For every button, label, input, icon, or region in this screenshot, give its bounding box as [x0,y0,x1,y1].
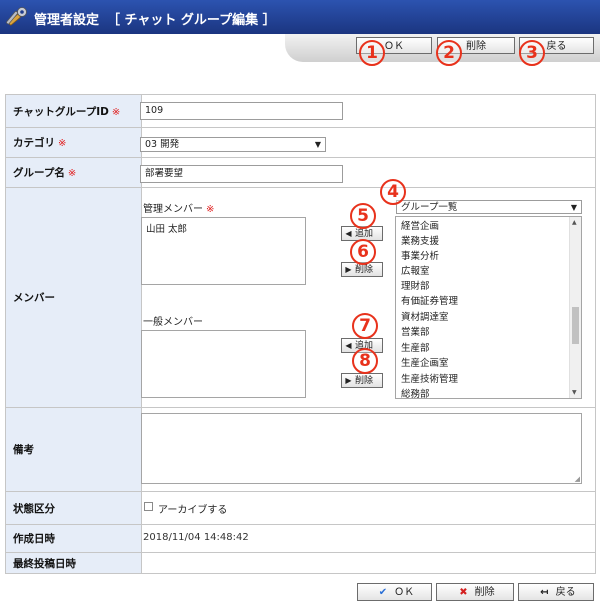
callout-3: 3 [519,40,545,66]
group-id-label-text: チャットグループID [13,105,109,118]
title-bar: 管理者設定 ［ チャット グループ編集 ］ [0,0,600,34]
admin-members-heading: 管理メンバー ※ [143,200,214,215]
check-icon: ✔ [378,587,388,598]
back-button-top-label: 戻る [546,41,567,52]
members-label: メンバー [5,187,142,408]
created-label: 作成日時 [5,524,142,553]
back-button[interactable]: ↤ 戻る [518,583,594,601]
arrow-left-icon: ◀ [345,341,352,350]
list-item[interactable]: 広報室 [401,266,430,278]
last-post-cell [141,552,596,574]
group-name-label-text: グループ名 [13,167,65,179]
list-item[interactable]: 生産企画室 [401,358,449,370]
row-last-post: 最終投稿日時 [5,552,596,574]
group-name-label: グループ名 ※ [5,157,142,188]
arrow-right-icon: ▶ [345,265,352,274]
list-item[interactable]: 山田 太郎 [146,221,187,235]
group-id-label: チャットグループID ※ [5,94,142,128]
list-item[interactable]: 経営企画 [401,221,439,233]
required-mark: ※ [58,138,67,149]
group-list-select[interactable]: グループ一覧 ▼ [396,200,582,214]
chevron-down-icon: ▼ [314,140,321,149]
list-item[interactable]: 理財部 [401,281,430,293]
category-label-text: カテゴリ [13,137,55,149]
page-subtitle: ［ チャット グループ編集 ］ [107,13,276,28]
group-list-select-value: グループ一覧 [401,202,458,213]
group-list[interactable]: 経営企画 業務支援 事業分析 広報室 理財部 有価証券管理 資材調達室 営業部 … [395,216,582,399]
callout-1: 1 [359,40,385,66]
add-admin-button-label: 追加 [355,229,374,239]
ok-button-top-label: ＯＫ [384,41,404,52]
last-post-label: 最終投稿日時 [5,552,142,574]
admin-members-heading-text: 管理メンバー [143,204,203,215]
group-list-scrollbar[interactable]: ▲ ▼ [569,217,581,398]
group-id-input[interactable]: 109 [140,102,343,120]
list-item[interactable]: 総務部 [401,389,430,398]
ok-button[interactable]: ✔ ＯＫ [357,583,432,601]
callout-2: 2 [436,40,462,66]
remove-admin-button-label: 削除 [355,265,374,275]
category-label: カテゴリ ※ [5,127,142,158]
callout-7: 7 [352,313,378,339]
list-item[interactable]: 生産技術管理 [401,374,458,386]
chevron-down-icon: ▼ [570,203,577,212]
remove-general-button[interactable]: ▶ 削除 [341,373,383,388]
category-select[interactable]: 03 開発 ▼ [140,137,326,152]
list-item[interactable]: 資材調達室 [401,312,449,324]
required-mark: ※ [206,204,215,215]
callout-4: 4 [380,179,406,205]
arrow-left-icon: ◀ [345,229,352,238]
callout-8: 8 [352,348,378,374]
row-created: 作成日時 [5,524,596,553]
remove-general-button-label: 削除 [355,376,374,386]
notes-textarea[interactable]: ◢ [141,413,582,484]
list-item[interactable]: 業務支援 [401,236,439,248]
page-title: 管理者設定 ［ チャット グループ編集 ］ [34,9,276,28]
notes-label: 備考 [5,407,142,492]
general-members-heading: 一般メンバー [143,317,203,328]
page-title-text: 管理者設定 [34,13,100,28]
archive-label: アーカイブする [158,505,228,516]
list-item[interactable]: 生産部 [401,343,430,355]
list-item[interactable]: 営業部 [401,327,430,339]
list-item[interactable]: 事業分析 [401,251,439,263]
category-select-value: 03 開発 [145,139,180,150]
arrow-right-icon: ▶ [345,376,352,385]
resize-handle-icon[interactable]: ◢ [575,475,580,483]
delete-button-label: 削除 [474,587,495,598]
delete-button[interactable]: ✖ 削除 [436,583,514,601]
arrow-back-icon: ↤ [540,587,549,598]
archive-checkbox[interactable] [144,502,153,511]
callout-6: 6 [350,239,376,265]
required-mark: ※ [67,168,77,179]
admin-members-list[interactable]: 山田 太郎 [141,217,306,285]
delete-button-top-label: 削除 [466,41,486,52]
scroll-up-icon[interactable]: ▲ [572,219,577,226]
x-icon: ✖ [459,587,468,598]
scrollbar-thumb[interactable] [572,307,579,344]
callout-5: 5 [350,203,376,229]
scroll-down-icon[interactable]: ▼ [572,389,577,396]
general-members-list[interactable] [141,330,306,398]
required-mark: ※ [111,106,121,118]
row-status: 状態区分 [5,491,596,525]
status-label: 状態区分 [5,491,142,525]
list-item[interactable]: 有価証券管理 [401,296,458,308]
tools-icon [6,7,27,26]
group-name-input[interactable]: 部署要望 [140,165,343,183]
created-value: 2018/11/04 14:48:42 [143,532,249,543]
back-button-label: 戻る [555,587,576,598]
ok-button-label: ＯＫ [394,587,415,598]
